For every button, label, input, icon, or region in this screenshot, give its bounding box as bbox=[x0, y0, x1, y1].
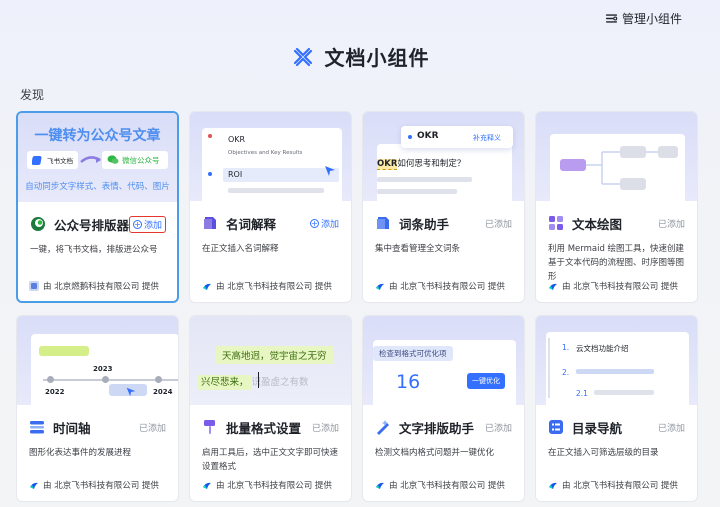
added-status: 已添加 bbox=[657, 423, 685, 434]
typeset-assistant-icon bbox=[377, 420, 389, 435]
preview-subtitle: 自动同步文字样式、表情、代码、图片 bbox=[25, 182, 170, 192]
card-description: 启用工具后，选中正文文字即可快速设置格式 bbox=[202, 448, 339, 472]
added-status: 已添加 bbox=[484, 219, 512, 230]
card-provider: 由 北京飞书科技有限公司 提供 bbox=[375, 479, 505, 491]
card-provider: 由 北京飞书科技有限公司 提供 bbox=[548, 280, 678, 292]
widget-card-term-assistant[interactable]: OKR 补充释义 OKR如何思考和制定？ 词条助手 已添加 集中查看管理全文词条… bbox=[362, 111, 525, 303]
term-assistant-icon bbox=[377, 217, 389, 229]
added-status: 已添加 bbox=[657, 219, 685, 230]
flowchart-illustration bbox=[560, 146, 678, 190]
page-header: 文档小组件 bbox=[0, 42, 720, 71]
batch-format-icon bbox=[204, 420, 215, 434]
card-description: 在正文插入名词解释 bbox=[202, 244, 279, 254]
card-preview: 2022 2023 2024 bbox=[17, 316, 178, 405]
card-description: 在正文插入可筛选层级的目录 bbox=[548, 448, 659, 458]
year-label: 2024 bbox=[153, 388, 173, 396]
widget-grid: 一键转为公众号文章 飞书文档 微信公众号 自动同步文字样式、表情、代码、图片 公… bbox=[16, 111, 698, 502]
widget-card-text-diagram[interactable]: 文本绘图 已添加 利用 Mermaid 绘图工具，快速创建基于文本代码的流程图、… bbox=[535, 111, 698, 303]
wechat-pill: 微信公众号 bbox=[102, 151, 168, 169]
card-title: 文字排版助手 bbox=[399, 420, 475, 436]
glossary-icon bbox=[204, 217, 216, 229]
cursor-icon bbox=[126, 387, 136, 397]
card-title: 目录导航 bbox=[572, 420, 623, 436]
count-value: 16 bbox=[396, 371, 421, 393]
timeline-icon bbox=[30, 421, 44, 434]
added-status: 已添加 bbox=[311, 423, 339, 434]
card-description: 检测文档内格式问题并一键优化 bbox=[375, 448, 495, 458]
card-title: 时间轴 bbox=[53, 420, 91, 436]
plus-icon: + bbox=[309, 218, 319, 228]
add-button[interactable]: + 添加 bbox=[309, 217, 339, 230]
card-description: 集中查看管理全文词条 bbox=[375, 244, 461, 254]
manage-widgets-button[interactable]: 管理小组件 bbox=[605, 10, 682, 27]
toc-icon bbox=[549, 420, 563, 434]
added-status: 已添加 bbox=[484, 423, 512, 434]
card-preview: 1. 云文档功能介绍 2. 2.1 bbox=[536, 316, 697, 405]
card-preview: 天高地迥，觉宇宙之无穷 兴尽悲来， 识盈虚之有数 bbox=[190, 316, 351, 405]
feishu-doc-icon bbox=[32, 155, 42, 165]
card-provider: 由 北京飞书科技有限公司 提供 bbox=[29, 479, 159, 491]
card-title: 名词解释 bbox=[226, 216, 277, 232]
feishu-logo-icon bbox=[376, 283, 384, 290]
cursor-icon bbox=[325, 166, 335, 176]
feishu-logo-icon bbox=[549, 283, 557, 290]
card-description: 图形化表达事件的发展进程 bbox=[29, 448, 132, 458]
card-preview: OKR 补充释义 OKR如何思考和制定？ bbox=[363, 112, 524, 201]
card-title: 词条助手 bbox=[399, 216, 450, 232]
widget-card-timeline[interactable]: 2022 2023 2024 时间轴 已添加 图形化表达事件的发展进程 由 北京… bbox=[16, 315, 179, 502]
card-preview: 一键转为公众号文章 飞书文档 微信公众号 自动同步文字样式、表情、代码、图片 bbox=[18, 113, 177, 202]
text-diagram-icon bbox=[549, 216, 563, 230]
card-provider: 由 北京燃鹅科技有限公司 提供 bbox=[29, 280, 159, 292]
feishu-logo-icon bbox=[203, 482, 211, 489]
provider-logo-icon bbox=[29, 281, 39, 291]
card-preview: 检查到格式可优化项 16 一键优化 bbox=[363, 316, 524, 405]
widget-card-batch-format[interactable]: 天高地迥，觉宇宙之无穷 兴尽悲来， 识盈虚之有数 批量格式设置 已添加 启用工具后… bbox=[189, 315, 352, 502]
card-description: 一键，将飞书文档，排版进公众号 bbox=[30, 245, 158, 255]
card-provider: 由 北京飞书科技有限公司 提供 bbox=[375, 280, 505, 292]
plus-icon: + bbox=[133, 219, 143, 229]
arrow-icon bbox=[80, 156, 101, 163]
card-description: 利用 Mermaid 绘图工具，快速创建基于文本代码的流程图、时序图等图形 bbox=[548, 244, 685, 282]
feishu-logo-icon bbox=[30, 482, 38, 489]
preview-headline: 一键转为公众号文章 bbox=[34, 128, 161, 144]
card-title: 文本绘图 bbox=[572, 216, 623, 232]
manage-widgets-label: 管理小组件 bbox=[621, 12, 682, 26]
card-preview bbox=[536, 112, 697, 201]
feishu-logo-icon bbox=[376, 482, 384, 489]
wechat-icon bbox=[107, 155, 119, 164]
year-label: 2023 bbox=[93, 365, 113, 373]
add-button[interactable]: + 添加 bbox=[129, 215, 167, 233]
added-status: 已添加 bbox=[138, 423, 166, 434]
card-title: 批量格式设置 bbox=[226, 420, 302, 436]
wechat-typesetter-icon bbox=[31, 217, 45, 231]
feishu-doc-pill: 飞书文档 bbox=[27, 151, 78, 169]
optimize-button: 一键优化 bbox=[467, 373, 505, 389]
feishu-logo-icon bbox=[203, 283, 211, 290]
card-title: 公众号排版器 bbox=[54, 217, 130, 233]
section-label-discover: 发现 bbox=[20, 88, 45, 102]
card-provider: 由 北京飞书科技有限公司 提供 bbox=[202, 280, 332, 292]
page-title: 文档小组件 bbox=[324, 46, 430, 70]
widget-card-typeset-assistant[interactable]: 检查到格式可优化项 16 一键优化 文字排版助手 已添加 检测文档内格式问题并一… bbox=[362, 315, 525, 502]
year-label: 2022 bbox=[45, 388, 65, 396]
card-preview: OKR Objectives and Key Results ROI bbox=[190, 112, 351, 201]
card-provider: 由 北京飞书科技有限公司 提供 bbox=[548, 479, 678, 491]
card-provider: 由 北京飞书科技有限公司 提供 bbox=[202, 479, 332, 491]
widget-card-toc[interactable]: 1. 云文档功能介绍 2. 2.1 目录导航 已添加 在正文插入可筛选层级的目录… bbox=[535, 315, 698, 502]
widget-logo-icon bbox=[291, 45, 315, 69]
settings-icon bbox=[605, 14, 618, 23]
widget-card-glossary[interactable]: OKR Objectives and Key Results ROI 名词解释 … bbox=[189, 111, 352, 303]
feishu-logo-icon bbox=[549, 482, 557, 489]
widget-card-wechat[interactable]: 一键转为公众号文章 飞书文档 微信公众号 自动同步文字样式、表情、代码、图片 公… bbox=[16, 111, 179, 303]
